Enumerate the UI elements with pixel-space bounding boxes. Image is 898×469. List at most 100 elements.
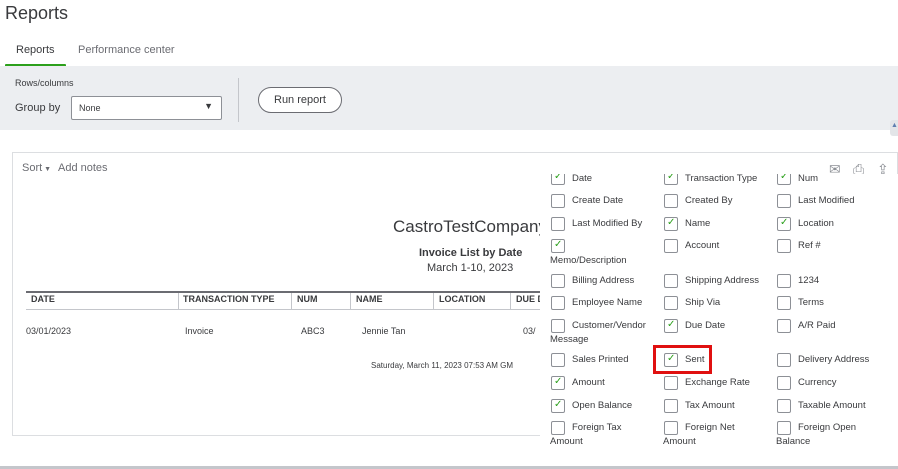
table-cell-date: 03/01/2023: [26, 326, 72, 336]
checkbox-name[interactable]: ✓: [664, 217, 678, 231]
report-title: Invoice List by Date: [419, 247, 523, 259]
table-cell-transaction-type[interactable]: Invoice: [185, 326, 214, 336]
group-by-label: Group by: [15, 102, 61, 114]
option-label: A/R Paid: [798, 320, 836, 331]
option-label: Sales Printed: [572, 354, 629, 365]
change-columns-panel: ✓ Date ✓ Transaction Type ✓ Num Create D…: [540, 174, 898, 454]
checkbox-tax-amount[interactable]: [664, 399, 678, 413]
run-report-button[interactable]: Run report: [258, 87, 342, 113]
add-notes-link[interactable]: Add notes: [58, 162, 108, 174]
header-rule: [26, 291, 566, 293]
option-label: Amount: [572, 377, 605, 388]
checkbox-employee-name[interactable]: [551, 296, 565, 310]
check-icon: ✓: [554, 376, 563, 387]
column-header[interactable]: LOCATION: [439, 294, 485, 304]
group-by-value: None: [79, 103, 101, 113]
report-footer-timestamp: Saturday, March 11, 2023 07:53 AM GM: [371, 361, 513, 370]
option-label: Ship Via: [685, 297, 721, 308]
column-header[interactable]: DATE: [31, 294, 55, 304]
chevron-up-icon: ▲: [891, 122, 898, 129]
checkbox-transaction-type[interactable]: ✓: [664, 174, 678, 185]
check-icon: ✓: [667, 174, 676, 182]
checkbox-num[interactable]: ✓: [777, 174, 791, 185]
option-label: Foreign Net Amount: [663, 422, 735, 447]
option-label: Employee Name: [572, 297, 643, 308]
checkbox-date[interactable]: ✓: [551, 174, 565, 185]
column-header[interactable]: NAME: [356, 294, 383, 304]
option-label: Num: [798, 174, 819, 184]
option-label: Transaction Type: [685, 174, 758, 184]
checkbox-location[interactable]: ✓: [777, 217, 791, 231]
option-label: Due Date: [685, 320, 726, 331]
checkbox-last-modified[interactable]: [777, 194, 791, 208]
table-cell-num: ABC3: [301, 326, 325, 336]
column-separator: [510, 293, 511, 309]
caret-down-icon: ▼: [204, 101, 213, 111]
checkbox-ref-number[interactable]: [777, 239, 791, 253]
checkbox-last-modified-by[interactable]: [551, 217, 565, 231]
option-label: Tax Amount: [685, 400, 735, 411]
check-icon: ✓: [554, 174, 563, 182]
report-date-range: March 1-10, 2023: [427, 262, 514, 274]
highlight-annotation: [653, 345, 712, 374]
sort-dropdown[interactable]: Sort ▼: [22, 162, 51, 174]
option-label: Open Balance: [572, 400, 633, 411]
column-separator: [433, 293, 434, 309]
option-label: Date: [572, 174, 593, 184]
option-label: Foreign Open Balance: [776, 422, 857, 447]
checkbox-amount[interactable]: ✓: [551, 376, 565, 390]
column-header[interactable]: TRANSACTION TYPE: [183, 294, 275, 304]
checkbox-delivery-address[interactable]: [777, 353, 791, 367]
checkbox-currency[interactable]: [777, 376, 791, 390]
checkbox-created-by[interactable]: [664, 194, 678, 208]
option-label: Delivery Address: [798, 354, 870, 365]
check-icon: ✓: [554, 239, 563, 250]
option-label: Customer/Vendor Message: [550, 320, 646, 345]
company-name: CastroTestCompany: [393, 217, 548, 236]
checkbox-open-balance[interactable]: ✓: [551, 399, 565, 413]
checkbox-terms[interactable]: [777, 296, 791, 310]
option-label: Create Date: [572, 195, 624, 206]
table-cell-name: Jennie Tan: [362, 326, 406, 336]
column-separator: [291, 293, 292, 309]
sort-label: Sort: [22, 162, 43, 174]
option-label: Name: [685, 218, 711, 229]
column-header[interactable]: NUM: [297, 294, 318, 304]
option-label: Terms: [798, 297, 824, 308]
checkbox-account[interactable]: [664, 239, 678, 253]
checkbox-sales-printed[interactable]: [551, 353, 565, 367]
rows-columns-label: Rows/columns: [15, 78, 74, 88]
group-by-select[interactable]: None ▼: [71, 96, 222, 120]
caret-down-icon: ▼: [42, 166, 52, 173]
page-title: Reports: [5, 3, 69, 23]
checkbox-due-date[interactable]: ✓: [664, 319, 678, 333]
check-icon: ✓: [667, 217, 676, 228]
checkbox-ar-paid[interactable]: [777, 319, 791, 333]
option-label: Last Modified By: [572, 218, 643, 229]
checkbox-1234[interactable]: [777, 274, 791, 288]
checkbox-taxable-amount[interactable]: [777, 399, 791, 413]
checkbox-create-date[interactable]: [551, 194, 565, 208]
table-cell-due-date: 03/: [523, 326, 536, 336]
tab-reports[interactable]: Reports: [16, 44, 55, 56]
checkbox-exchange-rate[interactable]: [664, 376, 678, 390]
column-separator: [350, 293, 351, 309]
collapse-handle[interactable]: ▲: [890, 120, 898, 136]
option-label: Memo/Description: [550, 255, 627, 266]
check-icon: ✓: [667, 319, 676, 330]
checkbox-billing-address[interactable]: [551, 274, 565, 288]
option-label: Billing Address: [572, 275, 635, 286]
checkbox-memo-description[interactable]: ✓: [551, 239, 565, 253]
option-label: Last Modified: [798, 195, 855, 206]
option-label: Exchange Rate: [685, 377, 750, 388]
option-label: Account: [685, 240, 720, 251]
option-label: Taxable Amount: [798, 400, 866, 411]
checkbox-ship-via[interactable]: [664, 296, 678, 310]
tab-performance-center[interactable]: Performance center: [78, 44, 175, 56]
option-label: Created By: [685, 195, 733, 206]
option-label: Foreign Tax Amount: [550, 422, 622, 447]
checkbox-shipping-address[interactable]: [664, 274, 678, 288]
check-icon: ✓: [780, 217, 789, 228]
option-label: Shipping Address: [685, 275, 759, 286]
header-bottom-rule: [26, 309, 566, 310]
